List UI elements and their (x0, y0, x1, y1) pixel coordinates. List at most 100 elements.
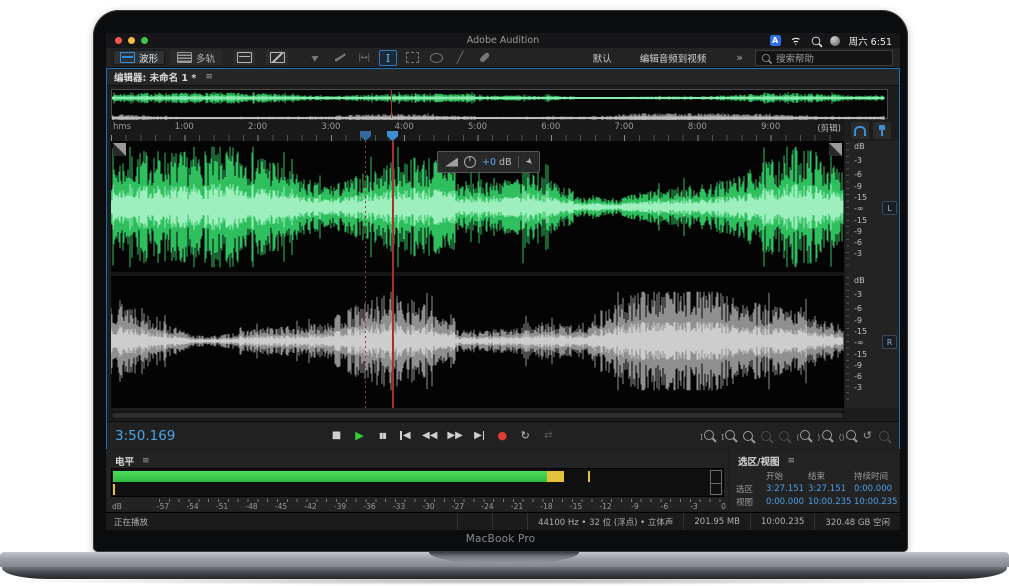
meter-scale-label: -24 (481, 502, 493, 511)
pause-button[interactable]: ▮▮ (376, 431, 389, 440)
meter-scale-label: -9 (631, 502, 638, 511)
snap-toggle-button[interactable] (851, 122, 869, 139)
slip-tool-button[interactable]: |↔| (355, 50, 373, 66)
amplitude-ruler[interactable]: dB-3-6-9-15-∞-15-9-6-3 dB-3-6-9-15-∞-15-… (846, 141, 899, 408)
search-input[interactable]: 搜索帮助 (755, 50, 893, 66)
channel-badge-left[interactable]: L (882, 201, 897, 215)
loop-playback-button[interactable]: ↻ (519, 429, 532, 442)
selection-point-line (365, 141, 366, 408)
razor-tool-button[interactable] (331, 50, 349, 66)
zoom-to-selection-button[interactable] (742, 431, 753, 441)
multitrack-view-icon (177, 52, 192, 63)
time-value[interactable]: 10:00.235 (854, 497, 896, 507)
level-meter[interactable] (111, 468, 724, 497)
meter-scale-label: -48 (245, 502, 257, 511)
meter-scale-label: -12 (599, 502, 611, 511)
db-scale-label: -15 (854, 217, 867, 225)
row-label: 选区 (736, 483, 766, 495)
lasso-selection-tool-button[interactable] (427, 50, 445, 66)
meter-peak-indicator (588, 471, 590, 482)
current-time-display[interactable]: 3:50.169 (107, 428, 330, 444)
zoom-out-amplitude-button[interactable] (778, 431, 789, 441)
horizontal-scrollbar[interactable] (111, 411, 844, 419)
fast-forward-button[interactable]: ▶▶ (447, 430, 462, 441)
workspace-overflow-chevron[interactable]: » (736, 51, 743, 64)
time-selection-tool-button[interactable]: I (379, 50, 397, 66)
spotlight-icon[interactable] (811, 36, 820, 45)
waveform-right-channel[interactable] (111, 277, 844, 405)
skip-selection-button[interactable]: ⇄ (542, 430, 555, 441)
time-value[interactable]: 3:27.151 (766, 484, 808, 494)
channel-divider (111, 272, 844, 276)
multitrack-view-button[interactable]: 多轨 (170, 50, 222, 65)
waveform-display[interactable] (111, 141, 844, 408)
show-waveform-display-button[interactable] (233, 50, 255, 65)
overview-playhead[interactable] (391, 90, 392, 118)
workspace-active[interactable]: 编辑音频到视频 (640, 51, 707, 65)
time-value[interactable]: 3:27.151 (808, 484, 854, 494)
zoom-tools: I I ⟨ ⟩ ⟨⟩ ↺ (700, 429, 899, 442)
overview-navigator[interactable] (111, 89, 888, 119)
tool-group: ▶ |↔| I ╱ (307, 50, 493, 66)
db-scale-label: -15 (854, 351, 867, 359)
input-source-icon[interactable]: A (770, 35, 781, 46)
amplitude-scale-handle-left[interactable] (113, 143, 126, 156)
zoom-out-time-button[interactable]: I (721, 430, 735, 442)
meter-scale-label: -36 (363, 502, 375, 511)
panel-menu-icon[interactable]: ≡ (787, 456, 795, 466)
file-duration-info: 10:00.235 (750, 513, 814, 530)
workspace-default[interactable]: 默认 (593, 51, 612, 65)
zoom-in-at-in-point-button[interactable]: ⟨ (796, 430, 810, 442)
panel-menu-icon[interactable]: ≡ (205, 72, 213, 82)
zoom-in-time-button[interactable]: I (700, 430, 714, 442)
move-tool-button[interactable]: ▶ (307, 50, 325, 66)
scrollbar-thumb[interactable] (112, 413, 843, 418)
siri-icon[interactable] (830, 36, 840, 46)
spot-healing-tool-button[interactable] (475, 50, 493, 66)
row-label: 视图 (736, 496, 766, 508)
volume-hud[interactable]: +0 dB ➤ (437, 151, 540, 173)
record-button[interactable]: ● (496, 429, 509, 442)
zoom-in-amplitude-button[interactable] (760, 431, 771, 441)
db-scale-label: -6 (854, 171, 862, 179)
time-value[interactable]: 10:00.235 (808, 497, 854, 507)
marker-pin-icon (878, 125, 886, 136)
panel-menu-icon[interactable]: ≡ (142, 456, 150, 466)
waveform-view-button[interactable]: 波形 (113, 50, 165, 65)
clip-time-format-label: (剪辑) (817, 122, 841, 134)
volume-icon (445, 158, 458, 167)
go-to-start-button[interactable]: ◀ (399, 430, 412, 441)
rewind-button[interactable]: ◀◀ (422, 430, 437, 441)
marquee-selection-tool-button[interactable] (403, 50, 421, 66)
amplitude-scale-handle-right[interactable] (829, 143, 842, 156)
meter-yellow-bar (547, 471, 564, 482)
status-spacer (457, 513, 492, 530)
lasso-tool-icon (430, 53, 443, 63)
zoom-full-button[interactable] (879, 431, 889, 441)
meter-scale-label: -3 (690, 502, 697, 511)
zoom-selection-in-out-button[interactable]: ⟨⟩ (839, 430, 856, 442)
timeline-ruler[interactable]: hms 1:002:003:004:005:006:007:008:009:00… (111, 120, 844, 142)
playhead-line[interactable] (392, 141, 394, 408)
wifi-icon[interactable] (790, 36, 802, 45)
stop-button[interactable]: ■ (330, 430, 343, 441)
channel-badge-right[interactable]: R (882, 335, 897, 349)
time-value[interactable]: 0:00.000 (854, 484, 896, 494)
meter-scale: dB-57-54-51-48-45-42-39-36-33-30-27-24-2… (107, 499, 728, 510)
hud-pin-icon[interactable]: ➤ (522, 156, 534, 168)
gain-value[interactable]: +0 dB (482, 157, 512, 168)
zoom-reset-button[interactable]: ↺ (863, 429, 872, 442)
status-bar: 正在播放 44100 Hz • 32 位 (浮点) • 立体声 201.95 M… (106, 512, 900, 530)
meter-scale-label: -27 (452, 502, 464, 511)
zoom-in-at-out-point-button[interactable]: ⟩ (817, 430, 831, 442)
go-to-end-button[interactable]: ▶ (473, 430, 486, 441)
paintbrush-tool-button[interactable]: ╱ (451, 50, 469, 66)
workspace-bar: 默认 编辑音频到视频 » 搜索帮助 (593, 50, 893, 66)
menubar-clock[interactable]: 周六 6:51 (849, 34, 892, 48)
play-button[interactable]: ▶ (353, 429, 366, 442)
editor-title: 编辑器: 未命名 1 * (114, 70, 196, 84)
show-spectral-display-button[interactable] (266, 50, 288, 65)
gain-knob-icon[interactable] (464, 156, 476, 168)
add-marker-button[interactable] (873, 122, 891, 139)
time-value[interactable]: 0:00.000 (766, 497, 808, 507)
